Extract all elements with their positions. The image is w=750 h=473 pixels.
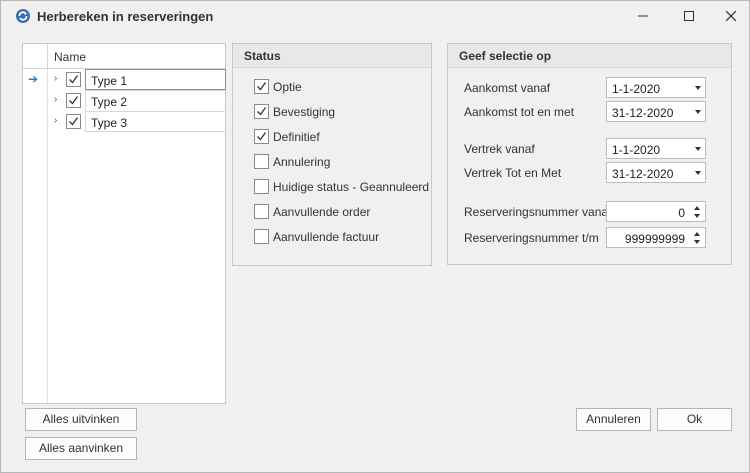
type-tree-list[interactable]: Name ➔ › Type 1 › Type 2 › Type 3 bbox=[22, 43, 226, 404]
tree-row-label: Type 3 bbox=[85, 111, 226, 132]
spin-up-icon[interactable] bbox=[694, 206, 700, 210]
status-group-title: Status bbox=[244, 49, 281, 63]
reservation-number-from-label: Reserveringsnummer vanaf bbox=[464, 205, 612, 219]
checkmark-icon bbox=[257, 132, 267, 141]
checkbox-label[interactable]: Huidige status - Geannuleerd bbox=[273, 180, 429, 194]
checkmark-icon bbox=[257, 107, 267, 116]
uncheck-all-button[interactable]: Alles uitvinken bbox=[25, 408, 137, 431]
app-icon bbox=[16, 9, 30, 23]
departure-to-date-picker[interactable]: 31-12-2020 bbox=[606, 162, 706, 183]
selection-group-title: Geef selectie op bbox=[459, 49, 552, 63]
spin-down-icon[interactable] bbox=[694, 214, 700, 218]
arrival-to-value: 31-12-2020 bbox=[612, 106, 674, 120]
checkbox[interactable] bbox=[254, 229, 269, 244]
departure-to-label: Vertrek Tot en Met bbox=[464, 166, 562, 180]
checkbox-label[interactable]: Aanvullende factuur bbox=[273, 230, 379, 244]
checkbox[interactable] bbox=[254, 154, 269, 169]
ok-button[interactable]: Ok bbox=[657, 408, 732, 431]
focused-row-arrow-icon: ➔ bbox=[28, 72, 39, 86]
arrival-from-date-picker[interactable]: 1-1-2020 bbox=[606, 77, 706, 98]
column-header-name[interactable]: Name bbox=[54, 50, 86, 64]
checkbox-label[interactable]: Annulering bbox=[273, 155, 330, 169]
expand-chevron-icon[interactable]: › bbox=[54, 73, 64, 85]
selection-group-header: Geef selectie op bbox=[448, 44, 731, 68]
checkbox[interactable] bbox=[254, 79, 269, 94]
expand-chevron-icon[interactable]: › bbox=[54, 94, 64, 106]
row-checkbox[interactable] bbox=[66, 72, 81, 87]
checkbox[interactable] bbox=[254, 129, 269, 144]
dropdown-arrow-icon[interactable] bbox=[695, 147, 701, 151]
spin-down-icon[interactable] bbox=[694, 240, 700, 244]
departure-from-date-picker[interactable]: 1-1-2020 bbox=[606, 138, 706, 159]
check-all-button[interactable]: Alles aanvinken bbox=[25, 437, 137, 460]
dropdown-arrow-icon[interactable] bbox=[695, 86, 701, 90]
close-button[interactable] bbox=[711, 1, 750, 31]
checkbox[interactable] bbox=[254, 104, 269, 119]
checkbox-label[interactable]: Definitief bbox=[273, 130, 320, 144]
dropdown-arrow-icon[interactable] bbox=[695, 110, 701, 114]
reservation-number-to-label: Reserveringsnummer t/m bbox=[464, 231, 599, 245]
reservation-number-to-value: 999999999 bbox=[624, 232, 685, 246]
dropdown-arrow-icon[interactable] bbox=[695, 171, 701, 175]
arrival-from-label: Aankomst vanaf bbox=[464, 81, 551, 95]
minimize-button[interactable] bbox=[623, 1, 663, 31]
checkmark-icon bbox=[69, 96, 79, 105]
departure-to-value: 31-12-2020 bbox=[612, 167, 674, 181]
row-checkbox[interactable] bbox=[66, 114, 81, 129]
departure-from-value: 1-1-2020 bbox=[612, 143, 661, 157]
arrival-from-value: 1-1-2020 bbox=[612, 82, 661, 96]
tree-row-label: Type 2 bbox=[85, 90, 226, 111]
arrival-to-date-picker[interactable]: 31-12-2020 bbox=[606, 101, 706, 122]
dialog-window: Herbereken in reserveringen Name ➔ › Typ… bbox=[0, 0, 750, 473]
arrival-to-label: Aankomst tot en met bbox=[464, 105, 575, 119]
minimize-icon bbox=[638, 15, 648, 17]
tree-row[interactable]: › Type 3 bbox=[48, 111, 226, 132]
cancel-button[interactable]: Annuleren bbox=[576, 408, 651, 431]
expand-chevron-icon[interactable]: › bbox=[54, 115, 64, 127]
row-indicator-column bbox=[23, 69, 48, 403]
status-group: Status Optie Bevestiging Definitief Annu… bbox=[232, 43, 432, 266]
tree-row[interactable]: ➔ › Type 1 bbox=[28, 69, 226, 90]
status-group-header: Status bbox=[233, 44, 431, 68]
maximize-icon bbox=[684, 11, 694, 21]
selection-group: Geef selectie op Aankomst vanaf 1-1-2020… bbox=[447, 43, 732, 265]
checkmark-icon bbox=[257, 82, 267, 91]
tree-row-label: Type 1 bbox=[85, 69, 226, 90]
checkbox-label[interactable]: Bevestiging bbox=[273, 105, 335, 119]
reservation-number-from-value: 0 bbox=[678, 206, 685, 220]
spin-up-icon[interactable] bbox=[694, 232, 700, 236]
checkbox[interactable] bbox=[254, 179, 269, 194]
checkmark-icon bbox=[69, 75, 79, 84]
title-bar[interactable]: Herbereken in reserveringen bbox=[1, 1, 749, 31]
checkbox[interactable] bbox=[254, 204, 269, 219]
checkmark-icon bbox=[69, 117, 79, 126]
departure-from-label: Vertrek vanaf bbox=[464, 142, 535, 156]
checkbox-label[interactable]: Optie bbox=[273, 80, 302, 94]
close-icon bbox=[726, 11, 736, 21]
tree-header: Name bbox=[23, 44, 225, 69]
window-title: Herbereken in reserveringen bbox=[37, 9, 214, 24]
reservation-number-from-spinner[interactable]: 0 bbox=[606, 201, 706, 222]
tree-row[interactable]: › Type 2 bbox=[48, 90, 226, 111]
maximize-button[interactable] bbox=[669, 1, 709, 31]
row-indicator-header bbox=[23, 44, 48, 68]
reservation-number-to-spinner[interactable]: 999999999 bbox=[606, 227, 706, 248]
checkbox-label[interactable]: Aanvullende order bbox=[273, 205, 370, 219]
row-checkbox[interactable] bbox=[66, 93, 81, 108]
